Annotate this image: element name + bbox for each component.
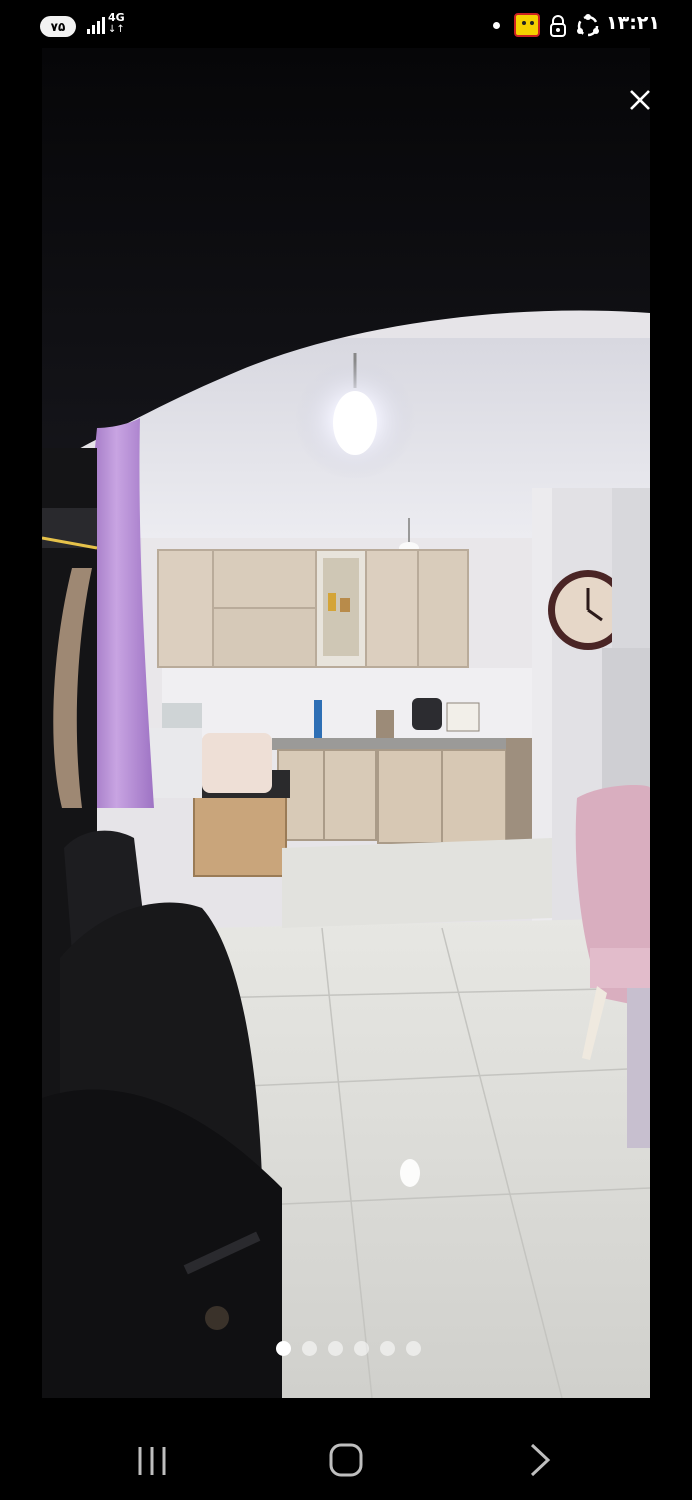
photo-viewer[interactable]	[42, 48, 650, 1398]
network-arrows: ↓↑	[108, 24, 125, 35]
lock-icon	[550, 15, 566, 37]
signal-icon	[87, 17, 105, 34]
close-icon	[630, 90, 650, 110]
recents-icon[interactable]	[134, 1444, 170, 1478]
navigation-bar	[0, 1420, 692, 1500]
notification-dot-icon	[493, 22, 500, 29]
pager-dot-1[interactable]	[276, 1340, 291, 1356]
home-icon[interactable]	[326, 1442, 366, 1478]
sync-icon	[577, 14, 599, 37]
close-button[interactable]	[620, 80, 660, 120]
battery-level: ۷۵	[50, 19, 66, 34]
battery-indicator: ۷۵	[40, 16, 76, 37]
status-time: ۱۳:۲۱	[606, 12, 660, 34]
network-type: 4G	[108, 11, 125, 24]
pager-dot-5[interactable]	[380, 1340, 395, 1356]
kitchen-photo	[42, 48, 650, 1398]
image-pager	[276, 1340, 426, 1356]
app-notification-icon	[514, 13, 540, 37]
pager-dot-4[interactable]	[354, 1340, 369, 1356]
pager-dot-3[interactable]	[328, 1340, 343, 1356]
pager-dot-6[interactable]	[406, 1340, 421, 1356]
back-icon[interactable]	[520, 1442, 560, 1478]
status-bar: ۷۵ 4G ↓↑ ۱۳:۲۱	[0, 0, 692, 50]
pager-dot-2[interactable]	[302, 1340, 317, 1356]
